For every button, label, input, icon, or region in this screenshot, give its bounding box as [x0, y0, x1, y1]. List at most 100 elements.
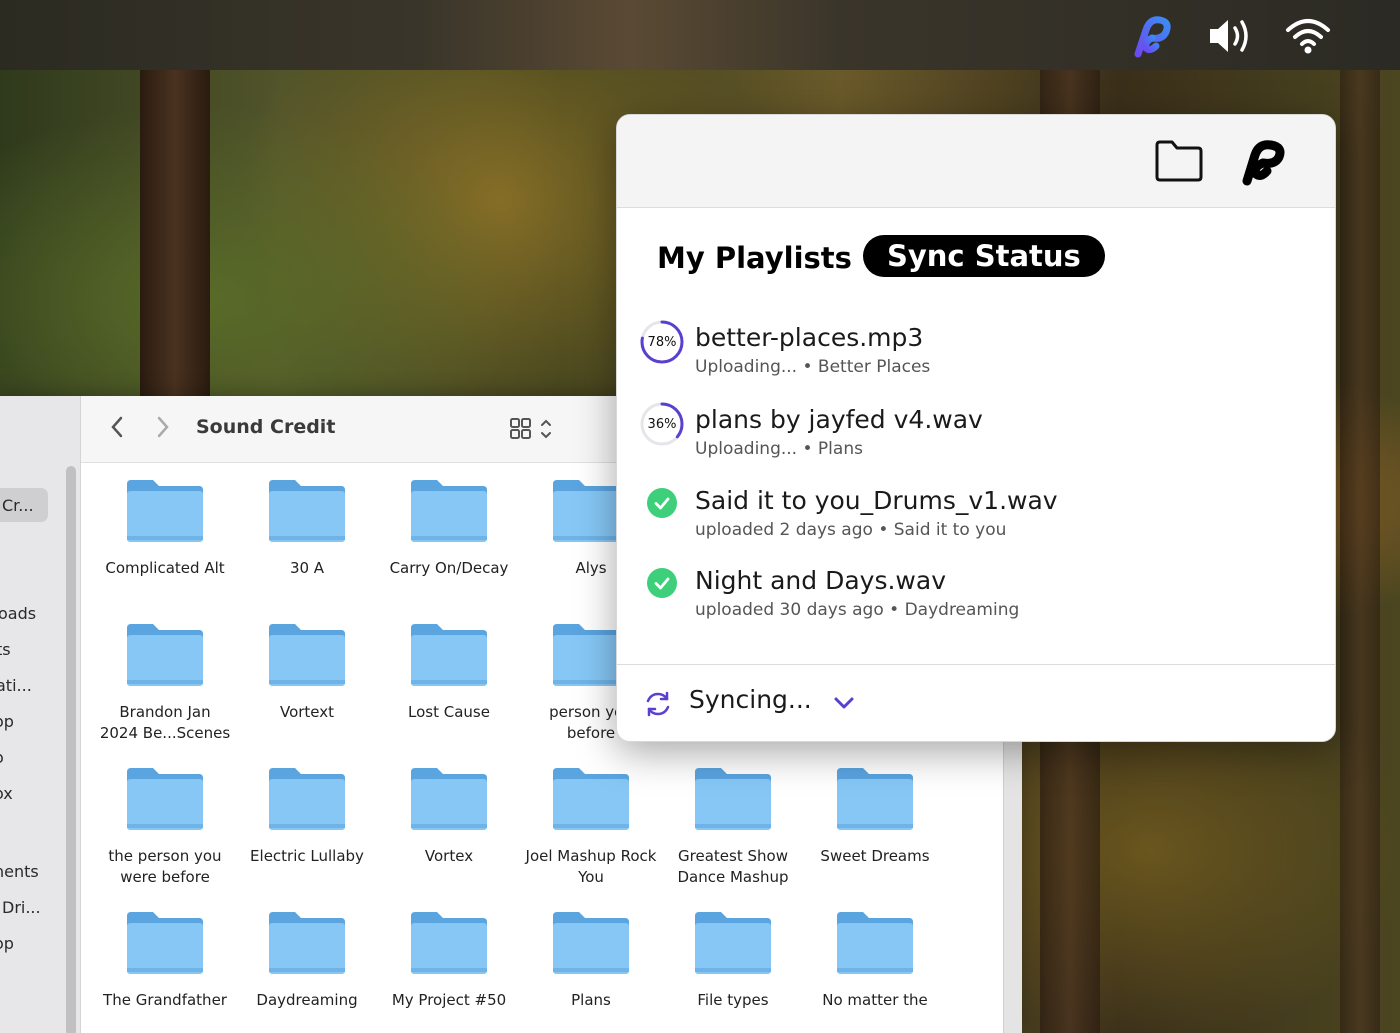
sidebar-item[interactable]: ati...: [0, 676, 32, 695]
folder-name: Complicated Alt: [105, 559, 225, 577]
folder-icon: [267, 908, 347, 976]
progress-percent: 78%: [647, 334, 677, 350]
upload-progress-ring: 78%: [639, 319, 685, 365]
sync-refresh-icon: [643, 689, 673, 723]
upload-progress-ring: 36%: [639, 401, 685, 447]
folder-item[interactable]: Joel Mashup Rock You: [520, 764, 662, 888]
sidebar-scrollbar[interactable]: [66, 466, 76, 1033]
tab-my-playlists[interactable]: My Playlists: [657, 241, 852, 275]
sidebar-item[interactable]: o: [0, 748, 4, 767]
chevron-right-icon: [157, 416, 169, 438]
sidebar-item[interactable]: oads: [0, 604, 36, 623]
folder-icon: [125, 620, 205, 688]
folder-item[interactable]: Lost Cause: [378, 620, 520, 723]
folder-icon: [409, 620, 489, 688]
app-logo-icon[interactable]: [1126, 10, 1178, 62]
sync-file-status: Uploading...: [695, 357, 798, 377]
folder-item[interactable]: Electric Lullaby: [236, 764, 378, 867]
folder-name: Vortex: [424, 847, 474, 865]
folder-icon: [409, 908, 489, 976]
folder-item[interactable]: Complicated Alt: [94, 476, 236, 579]
wifi-icon[interactable]: [1282, 10, 1334, 62]
folder-icon: [267, 764, 347, 832]
folder-icon: [693, 908, 773, 976]
sync-item[interactable]: 78% better-places.mp3 Uploading... • Bette…: [617, 320, 1335, 393]
sync-file-project: Better Places: [817, 357, 931, 377]
sync-file-name: Said it to you_Drums_v1.wav: [695, 486, 1058, 515]
sidebar-item[interactable]: op: [0, 934, 14, 953]
tab-sync-status[interactable]: Sync Status: [863, 235, 1105, 277]
sync-file-subtitle: Uploading... • Plans: [695, 439, 863, 459]
folder-item[interactable]: Vortext: [236, 620, 378, 723]
folder-icon: [551, 908, 631, 976]
folder-item[interactable]: the person you were before: [94, 764, 236, 888]
sync-panel: My Playlists Sync Status 78% better-place…: [616, 114, 1336, 742]
volume-icon[interactable]: [1204, 10, 1256, 62]
app-logo-icon[interactable]: [1235, 133, 1293, 191]
sidebar-item[interactable]: ts: [0, 640, 11, 659]
sidebar-item[interactable]: Dri...: [2, 898, 41, 917]
folder-name: 30 A: [289, 559, 325, 577]
sync-file-name: Night and Days.wav: [695, 566, 946, 595]
folder-item[interactable]: Carry On/Decay: [378, 476, 520, 579]
expand-button[interactable]: [833, 695, 855, 715]
progress-percent: 36%: [647, 416, 677, 432]
finder-sidebar: Cr... oads ts ati... op o ox nents Dri..…: [0, 396, 81, 1033]
folder-name: Electric Lullaby: [250, 847, 364, 865]
folder-item[interactable]: No matter the: [804, 908, 946, 1011]
sidebar-item[interactable]: ox: [0, 784, 13, 803]
folder-icon: [835, 908, 915, 976]
folder-item[interactable]: Plans: [520, 908, 662, 1011]
folder-item[interactable]: Vortex: [378, 764, 520, 867]
sync-file-status: uploaded 30 days ago: [695, 600, 884, 620]
panel-footer: Syncing...: [617, 664, 1335, 741]
folder-item[interactable]: Brandon Jan 2024 Be...Scenes: [94, 620, 236, 744]
folder-icon: [267, 620, 347, 688]
sync-file-subtitle: uploaded 30 days ago • Daydreaming: [695, 600, 1019, 620]
folder-item[interactable]: Greatest Show Dance Mashup: [662, 764, 804, 888]
folder-name: Plans: [571, 991, 611, 1009]
back-button[interactable]: [107, 414, 127, 444]
sync-file-project: Plans: [817, 439, 863, 459]
view-mode-button[interactable]: [509, 416, 557, 446]
folder-icon: [125, 476, 205, 544]
forward-button[interactable]: [153, 414, 173, 444]
folder-icon: [551, 764, 631, 832]
finder-title: Sound Credit: [196, 416, 336, 438]
folder-item[interactable]: The Grandfather: [94, 908, 236, 1011]
folder-icon: [125, 764, 205, 832]
folder-item[interactable]: Daydreaming: [236, 908, 378, 1011]
sidebar-item[interactable]: nents: [0, 862, 39, 881]
folder-item[interactable]: Sweet Dreams: [804, 764, 946, 867]
folder-icon: [409, 764, 489, 832]
folder-item[interactable]: File types: [662, 908, 804, 1011]
sidebar-item[interactable]: op: [0, 712, 14, 731]
sync-item[interactable]: Night and Days.wav uploaded 30 days ago •…: [617, 566, 1335, 636]
sidebar-item[interactable]: Cr...: [2, 496, 34, 515]
folder-name: Sweet Dreams: [820, 847, 930, 865]
folder-outline-icon: [1155, 140, 1203, 182]
folder-item[interactable]: My Project #50: [378, 908, 520, 1011]
separator-dot: •: [872, 520, 894, 540]
chevron-down-icon: [834, 697, 854, 709]
check-circle-icon: [647, 568, 677, 598]
folder-name: Carry On/Decay: [389, 559, 509, 577]
folder-name: Brandon Jan 2024 Be...Scenes: [99, 703, 231, 742]
open-folder-button[interactable]: [1153, 137, 1205, 189]
sync-item[interactable]: 36% plans by jayfed v4.wav Uploading... • …: [617, 402, 1335, 475]
sync-file-status: uploaded 2 days ago: [695, 520, 873, 540]
folder-name: Daydreaming: [256, 991, 358, 1009]
sync-file-subtitle: uploaded 2 days ago • Said it to you: [695, 520, 1006, 540]
check-circle-icon: [647, 488, 677, 518]
separator-dot: •: [797, 357, 818, 377]
sync-item[interactable]: Said it to you_Drums_v1.wav uploaded 2 da…: [617, 486, 1335, 556]
tree-trunk: [1340, 70, 1380, 1033]
grid-view-icon: [510, 418, 551, 439]
sync-file-name: better-places.mp3: [695, 323, 924, 352]
folder-icon: [835, 764, 915, 832]
folder-icon: [693, 764, 773, 832]
panel-header: [617, 115, 1335, 208]
folder-icon: [267, 476, 347, 544]
folder-item[interactable]: 30 A: [236, 476, 378, 579]
folder-icon: [125, 908, 205, 976]
